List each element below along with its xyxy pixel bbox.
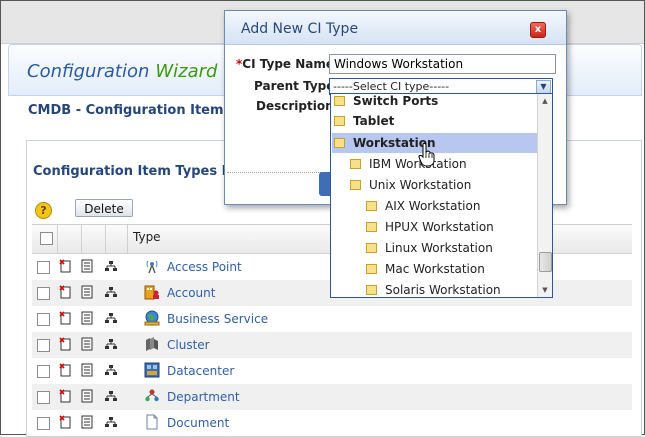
globe-icon	[144, 310, 160, 326]
add-child-icon[interactable]	[58, 311, 72, 325]
column-divider	[81, 225, 82, 253]
ci-type-name-label: *CI Type Name	[236, 57, 334, 71]
add-child-icon[interactable]	[58, 259, 72, 273]
column-header-type[interactable]: Type	[133, 230, 161, 244]
add-child-icon[interactable]	[58, 415, 72, 429]
delete-button[interactable]: Delete	[75, 199, 133, 217]
column-divider	[105, 225, 106, 253]
dropdown-option[interactable]: Switch Ports	[334, 94, 438, 111]
hand-cursor-icon	[418, 143, 435, 167]
details-icon[interactable]	[81, 285, 93, 299]
folder-icon	[334, 96, 345, 106]
add-child-icon[interactable]	[58, 389, 72, 403]
dropdown-option[interactable]: AIX Workstation	[366, 196, 480, 216]
table-row	[32, 358, 632, 384]
dropdown-scrollbar[interactable]: ▲ ▼	[537, 94, 552, 297]
details-icon[interactable]	[81, 389, 93, 403]
details-icon[interactable]	[81, 259, 93, 273]
cluster-icon	[146, 337, 158, 351]
hierarchy-icon[interactable]	[104, 416, 118, 428]
dropdown-option[interactable]: Linux Workstation	[366, 238, 493, 258]
panel-title: Configuration Item Types Lis	[33, 164, 243, 179]
wizard-title: Configuration Wizard	[27, 61, 217, 82]
folder-icon	[334, 138, 345, 148]
table-row	[32, 306, 632, 332]
row-checkbox[interactable]	[37, 391, 50, 404]
details-icon[interactable]	[81, 337, 93, 351]
row-checkbox[interactable]	[37, 365, 50, 378]
dialog-title: Add New CI Type	[241, 21, 359, 37]
folder-icon	[350, 180, 361, 190]
ci-type-link[interactable]: Account	[167, 286, 215, 300]
dropdown-option[interactable]: Tablet	[334, 111, 394, 131]
chevron-down-icon[interactable]: ▼	[536, 80, 551, 94]
folder-icon	[366, 201, 377, 211]
hierarchy-icon[interactable]	[104, 390, 118, 402]
column-divider	[57, 225, 58, 253]
hierarchy-icon[interactable]	[104, 312, 118, 324]
add-child-icon[interactable]	[58, 337, 72, 351]
folder-icon	[366, 264, 377, 274]
row-checkbox[interactable]	[37, 339, 50, 352]
scrollbar-thumb[interactable]	[539, 252, 552, 272]
close-icon[interactable]: x	[530, 22, 546, 38]
document-icon	[146, 414, 158, 430]
hierarchy-icon[interactable]	[104, 364, 118, 376]
folder-icon	[366, 222, 377, 232]
table-row	[32, 410, 632, 436]
ci-type-name-input[interactable]	[329, 54, 556, 74]
hierarchy-icon[interactable]	[104, 338, 118, 350]
ci-type-link[interactable]: Document	[167, 416, 229, 430]
details-icon[interactable]	[81, 415, 93, 429]
hierarchy-icon[interactable]	[104, 260, 118, 272]
parent-type-dropdown-list[interactable]: Switch Ports Tablet Workstation IBM Work…	[330, 93, 553, 298]
hierarchy-icon[interactable]	[104, 286, 118, 298]
ci-type-link[interactable]: Cluster	[167, 338, 210, 352]
dropdown-option[interactable]: IBM Workstation	[350, 154, 467, 174]
column-divider	[127, 225, 128, 253]
ci-type-name-label-text: CI Type Name	[242, 57, 335, 71]
row-checkbox[interactable]	[37, 417, 50, 430]
page-title: CMDB - Configuration Item T	[28, 103, 237, 118]
dropdown-option[interactable]: HPUX Workstation	[366, 217, 494, 237]
ci-type-link[interactable]: Access Point	[167, 260, 242, 274]
parent-type-selected-value: -----Select CI type-----	[333, 80, 450, 93]
scroll-up-icon[interactable]: ▲	[539, 95, 551, 107]
wizard-title-part1: Configuration	[27, 61, 150, 82]
help-icon[interactable]: ?	[35, 202, 52, 219]
row-checkbox[interactable]	[37, 313, 50, 326]
table-row	[32, 384, 632, 410]
wizard-title-part2: Wizard	[155, 61, 218, 82]
add-child-icon[interactable]	[58, 363, 72, 377]
description-label: Description	[256, 99, 334, 113]
add-child-icon[interactable]	[58, 285, 72, 299]
folder-icon	[366, 243, 377, 253]
datacenter-icon	[144, 362, 160, 378]
scroll-down-icon[interactable]: ▼	[539, 284, 551, 296]
ci-type-link[interactable]: Business Service	[167, 312, 268, 326]
dropdown-option[interactable]: Solaris Workstation	[366, 280, 501, 297]
folder-icon	[366, 285, 377, 295]
dialog-header[interactable]: Add New CI Type x	[225, 11, 566, 45]
details-icon[interactable]	[81, 311, 93, 325]
parent-type-label: Parent Type	[254, 79, 335, 93]
table-row	[32, 332, 632, 358]
dropdown-option[interactable]: Unix Workstation	[350, 175, 471, 195]
department-icon	[145, 389, 159, 402]
antenna-icon	[146, 260, 158, 274]
folder-icon	[334, 116, 345, 126]
ci-type-link[interactable]: Department	[167, 390, 240, 404]
row-checkbox[interactable]	[37, 287, 50, 300]
select-all-checkbox[interactable]	[40, 232, 53, 245]
folder-icon	[350, 159, 361, 169]
row-checkbox[interactable]	[37, 261, 50, 274]
details-icon[interactable]	[81, 363, 93, 377]
dropdown-option[interactable]: Mac Workstation	[366, 259, 485, 279]
account-icon	[144, 285, 159, 300]
dialog-divider	[227, 172, 333, 173]
ci-type-link[interactable]: Datacenter	[167, 364, 234, 378]
